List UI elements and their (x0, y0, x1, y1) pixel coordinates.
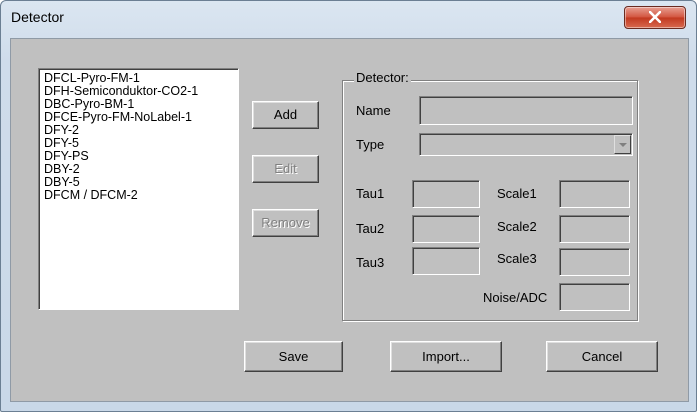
save-button[interactable]: Save (244, 341, 343, 372)
scale3-field[interactable] (559, 248, 630, 276)
tau2-field[interactable] (412, 215, 480, 243)
tau3-field[interactable] (412, 247, 480, 275)
edit-button[interactable]: Edit (252, 155, 319, 183)
dialog-body: DFCL-Pyro-FM-1 DFH-Semiconduktor-CO2-1 D… (10, 38, 689, 402)
dialog-window: Detector DFCL-Pyro-FM-1 DFH-Semicondukto… (0, 0, 697, 412)
tau1-field[interactable] (412, 180, 480, 208)
close-button[interactable] (624, 6, 686, 29)
tau2-label: Tau2 (356, 221, 385, 236)
scale2-label: Scale2 (497, 219, 537, 234)
add-button[interactable]: Add (252, 101, 319, 129)
window-title: Detector (11, 9, 64, 25)
scale1-field[interactable] (559, 180, 630, 208)
noise-adc-field[interactable] (559, 283, 630, 311)
chevron-down-icon (619, 143, 627, 147)
name-field[interactable] (419, 96, 633, 125)
type-combobox[interactable] (419, 133, 633, 156)
type-dropdown-button[interactable] (614, 135, 631, 154)
scale3-label: Scale3 (497, 251, 537, 266)
tau3-label: Tau3 (356, 255, 385, 270)
detector-listbox[interactable]: DFCL-Pyro-FM-1 DFH-Semiconduktor-CO2-1 D… (38, 68, 239, 310)
title-bar[interactable]: Detector (1, 1, 696, 31)
tau1-label: Tau1 (356, 186, 385, 201)
remove-button[interactable]: Remove (252, 209, 319, 237)
scale1-label: Scale1 (497, 186, 537, 201)
import-button[interactable]: Import... (390, 341, 502, 372)
cancel-button[interactable]: Cancel (546, 341, 658, 372)
noise-adc-label: Noise/ADC (483, 290, 548, 305)
close-icon (649, 11, 661, 23)
scale2-field[interactable] (559, 215, 630, 243)
detector-group-legend: Detector: (354, 70, 411, 85)
name-label: Name (356, 103, 391, 118)
type-label: Type (356, 137, 385, 152)
list-item[interactable]: DFCM / DFCM-2 (39, 189, 238, 202)
